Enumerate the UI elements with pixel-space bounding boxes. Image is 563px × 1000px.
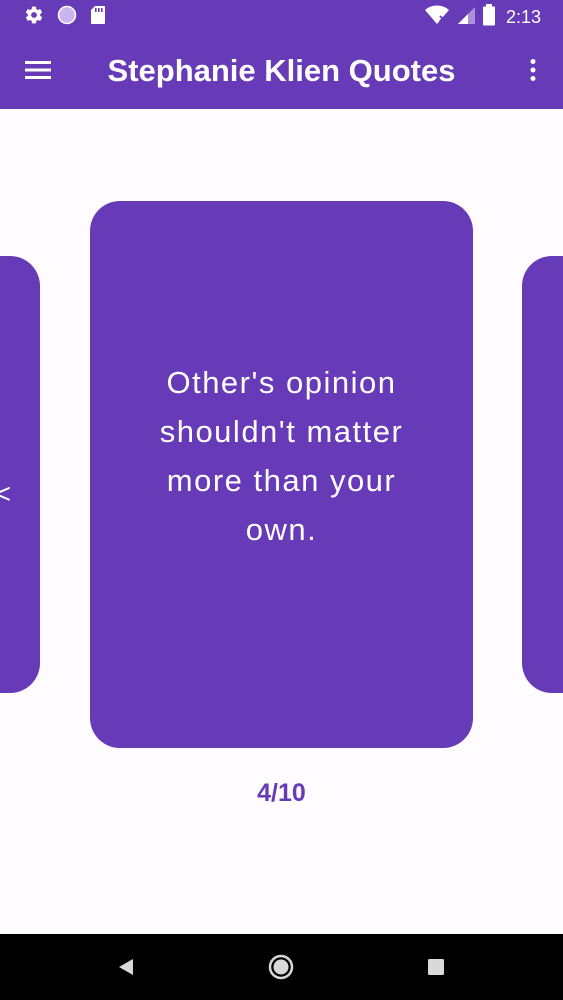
previous-quote-fragment: < [0,478,12,509]
system-nav-bar [0,934,563,1000]
quote-carousel[interactable]: < Other's opinion shouldn't matter more … [0,109,563,934]
current-quote-card[interactable]: Other's opinion shouldn't matter more th… [90,201,473,748]
more-vert-icon [530,58,536,87]
sd-card-icon [90,5,106,30]
page-indicator: 4/10 [257,779,306,807]
status-bar: 2:13 [0,0,563,33]
gear-icon [24,5,44,30]
home-button[interactable] [267,953,295,981]
recents-icon [427,959,445,980]
signal-icon [456,5,476,30]
app-bar: Stephanie Klien Quotes [0,33,563,109]
battery-icon [482,3,496,31]
page-title: Stephanie Klien Quotes [107,53,456,88]
recents-button[interactable] [427,958,445,976]
menu-button[interactable] [18,52,58,92]
back-button[interactable] [114,955,138,979]
quote-text: Other's opinion shouldn't matter more th… [159,364,404,547]
previous-quote-card[interactable]: < [0,256,40,693]
back-icon [114,959,138,983]
circle-icon [57,5,77,30]
status-left-icons [24,5,106,30]
home-icon [267,954,295,985]
status-time: 2:13 [505,6,541,27]
wifi-icon [424,4,450,31]
hamburger-menu-icon [25,60,51,85]
overflow-menu-button[interactable] [517,52,549,92]
next-quote-card[interactable] [522,256,563,693]
status-right-icons: 2:13 [424,3,541,31]
